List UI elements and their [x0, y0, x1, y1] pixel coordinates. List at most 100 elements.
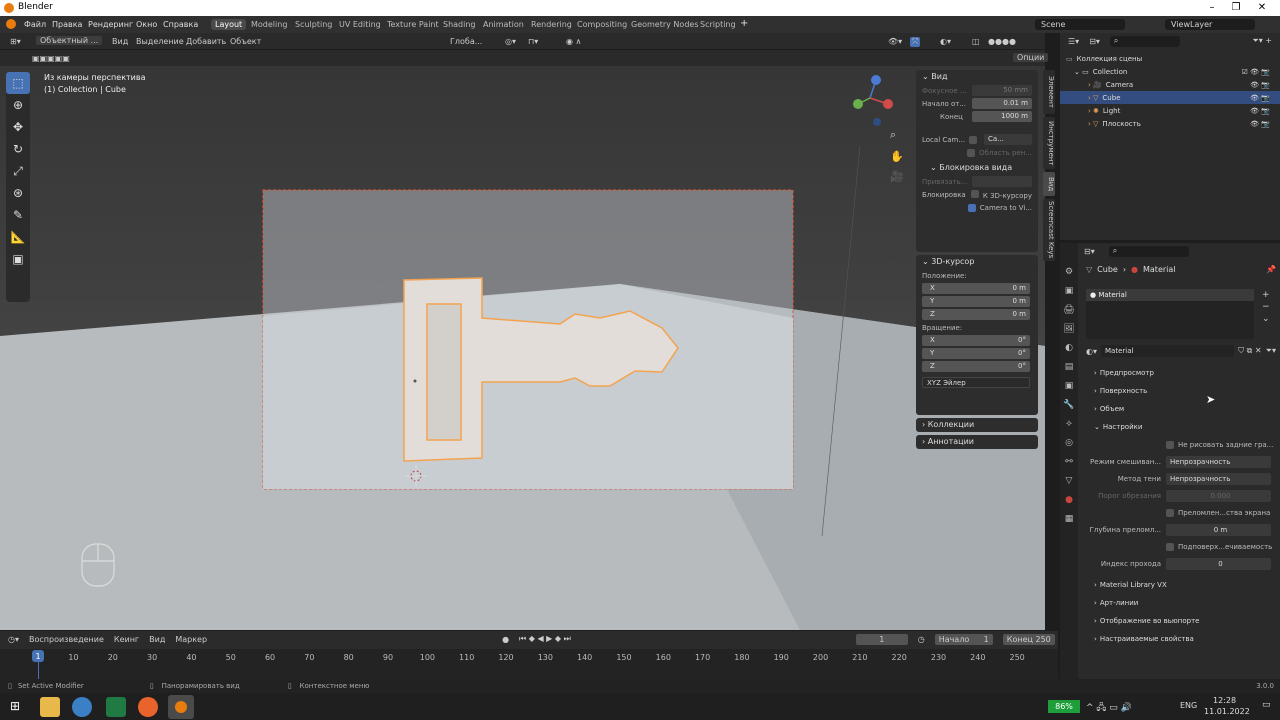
refraction-checkbox[interactable]: [1166, 508, 1174, 517]
sss-checkbox[interactable]: [1166, 542, 1174, 551]
camera-view-icon[interactable]: 🎥: [890, 170, 904, 183]
tab-layout[interactable]: Layout: [211, 19, 247, 30]
visibility-icon[interactable]: 👁▾: [888, 37, 902, 46]
section-custom-properties[interactable]: › Настраиваемые свойства: [1086, 630, 1276, 648]
outliner-item-plane[interactable]: › ▽ Плоскость 👁 📷: [1060, 117, 1280, 130]
maximize-button[interactable]: ❐: [1224, 0, 1248, 16]
view-panel-header[interactable]: ⌄ Вид: [916, 70, 1038, 84]
clip-end-field[interactable]: 1000 m: [972, 111, 1032, 122]
outliner-item-light[interactable]: › ✺ Light 👁 📷: [1060, 104, 1280, 117]
clock-date[interactable]: 11.01.2022: [1204, 707, 1250, 716]
camera-to-view-checkbox[interactable]: [967, 203, 976, 212]
windows-start-icon[interactable]: ⊞: [10, 699, 20, 713]
tab-rendering[interactable]: Rendering: [527, 19, 576, 30]
menu-view[interactable]: Вид: [112, 37, 128, 46]
properties-editor-icon[interactable]: ⊟▾: [1084, 247, 1095, 256]
playback-controls-icons[interactable]: ⏮ ◆ ◀ ▶ ◆ ⏭: [519, 634, 571, 644]
light-visibility-icons[interactable]: 👁 📷: [1250, 107, 1270, 115]
overlay-icon[interactable]: ◐▾: [940, 37, 951, 46]
lock-cursor-checkbox[interactable]: [970, 189, 979, 198]
editor-type-icon[interactable]: ⊞▾: [10, 37, 21, 46]
tab-modeling[interactable]: Modeling: [247, 19, 291, 30]
material-browse-icon[interactable]: ◐▾: [1086, 347, 1097, 356]
annotations-panel[interactable]: › Аннотации: [916, 435, 1038, 449]
tab-geometry-nodes[interactable]: Geometry Nodes: [627, 19, 702, 30]
keying-menu[interactable]: Кеинг: [114, 635, 139, 644]
3d-cursor-header[interactable]: ⌄ 3D-курсор: [916, 255, 1038, 269]
cursor-rx-field[interactable]: X 0°: [922, 335, 1030, 346]
select-box-icon[interactable]: ⬚: [6, 72, 30, 94]
end-frame-field[interactable]: Конец 250: [1002, 633, 1055, 645]
section-settings[interactable]: ⌄ Настройки: [1086, 418, 1276, 436]
blender-menu-icon[interactable]: [6, 19, 16, 29]
chrome-icon[interactable]: [72, 697, 92, 717]
lock-view-header[interactable]: ⌄ Блокировка вида: [916, 161, 1038, 175]
local-camera-field[interactable]: Ca...: [983, 134, 1032, 145]
mode-selector[interactable]: Объектный ...: [36, 36, 103, 45]
pivot-icon[interactable]: ◎▾: [505, 37, 516, 46]
tab-animation[interactable]: Animation: [479, 19, 528, 30]
cursor-y-field[interactable]: Y 0 m: [922, 296, 1030, 307]
menu-add[interactable]: Добавить: [186, 37, 226, 46]
rotate-tool-icon[interactable]: ↻: [6, 138, 30, 160]
camera-visibility-icons[interactable]: 👁 📷: [1250, 81, 1270, 89]
close-button[interactable]: ✕: [1250, 0, 1274, 16]
language-indicator[interactable]: ENG: [1180, 701, 1197, 710]
collections-panel[interactable]: › Коллекции: [916, 418, 1038, 432]
collection-visibility-icons[interactable]: ☑ 👁 📷: [1242, 68, 1270, 76]
menu-object[interactable]: Объект: [230, 37, 261, 46]
firefox-icon[interactable]: [138, 697, 158, 717]
cursor-tool-icon[interactable]: ⊕: [6, 94, 30, 116]
section-surface[interactable]: › Поверхность: [1086, 382, 1276, 400]
blend-mode-dropdown[interactable]: Непрозрачность: [1166, 455, 1271, 468]
menu-select[interactable]: Выделение: [136, 37, 184, 46]
slot-buttons[interactable]: + − ⌄: [1262, 289, 1270, 325]
viewlayer-selector[interactable]: ViewLayer: [1165, 19, 1255, 30]
menu-render[interactable]: Рендеринг: [88, 20, 133, 29]
pin-icon[interactable]: 📌: [1266, 265, 1276, 274]
add-workspace-icon[interactable]: +: [740, 18, 748, 29]
cursor-x-field[interactable]: X 0 m: [922, 283, 1030, 294]
section-material-library[interactable]: › Material Library VX: [1086, 576, 1276, 594]
material-actions-icons[interactable]: ⛉ ⧉ ✕: [1238, 346, 1262, 356]
options-button[interactable]: Опции: [1013, 53, 1049, 62]
3d-viewport[interactable]: Из камеры перспектива (1) Collection | C…: [0, 66, 1045, 630]
menu-help[interactable]: Справка: [163, 20, 198, 29]
menu-edit[interactable]: Правка: [52, 20, 82, 29]
menu-file[interactable]: Файл: [24, 20, 46, 29]
section-viewport-display[interactable]: › Отображение во вьюпорте: [1086, 612, 1276, 630]
refraction-depth-field[interactable]: 0 m: [1166, 523, 1271, 536]
tab-tool[interactable]: Инструмент: [1043, 117, 1055, 169]
properties-search-input[interactable]: ⌕: [1108, 245, 1189, 257]
clock-icon[interactable]: ◷: [918, 635, 925, 644]
transform-orientation[interactable]: Глоба...: [450, 37, 482, 46]
outliner-scene-collection[interactable]: ▭ Коллекция сцены: [1060, 52, 1280, 65]
tray-icons[interactable]: ^ 🖧 ▭ 🔊: [1086, 700, 1132, 716]
plane-visibility-icons[interactable]: 👁 📷: [1250, 120, 1270, 128]
notifications-icon[interactable]: ▭: [1262, 700, 1271, 710]
section-preview[interactable]: › Предпросмотр: [1086, 364, 1276, 382]
pass-index-field[interactable]: 0: [1166, 557, 1271, 570]
clock-time[interactable]: 12:28: [1213, 696, 1236, 705]
filter-icon[interactable]: ⏷▾ +: [1252, 36, 1272, 46]
shadow-mode-dropdown[interactable]: Непрозрачность: [1166, 472, 1271, 485]
material-filter-icon[interactable]: ⏷▾: [1266, 346, 1276, 356]
outliner-item-camera[interactable]: › 🎥 Camera 👁 📷: [1060, 78, 1280, 91]
blender-taskbar-icon[interactable]: [168, 695, 194, 719]
local-camera-checkbox[interactable]: [968, 135, 977, 144]
select-mode-icons[interactable]: ▣▣▣▣▣: [32, 54, 70, 63]
playback-menu[interactable]: Воспроизведение: [29, 635, 104, 644]
marker-menu[interactable]: Маркер: [175, 635, 207, 644]
excel-icon[interactable]: [106, 697, 126, 717]
material-slot-item[interactable]: ● Material: [1086, 289, 1254, 301]
rotation-mode-dropdown[interactable]: XYZ Эйлер: [922, 377, 1030, 388]
property-tab-icons[interactable]: ⚙ ▣ 🖨 🖼 ◐ ▤ ▣ 🔧 ⟡ ◎ ⚯ ▽ ● ▦: [1060, 243, 1078, 529]
xray-icon[interactable]: ◫: [972, 37, 980, 46]
backface-checkbox[interactable]: [1166, 440, 1174, 449]
focal-field[interactable]: 50 mm: [972, 85, 1032, 96]
material-name-field[interactable]: Material: [1101, 345, 1235, 357]
tab-screencast-keys[interactable]: Screencast Keys: [1043, 199, 1055, 261]
current-frame-field[interactable]: 1: [855, 633, 908, 645]
display-mode-icon[interactable]: ⊟▾: [1089, 37, 1100, 46]
shading-modes-icon[interactable]: ●●●●: [988, 37, 1016, 46]
